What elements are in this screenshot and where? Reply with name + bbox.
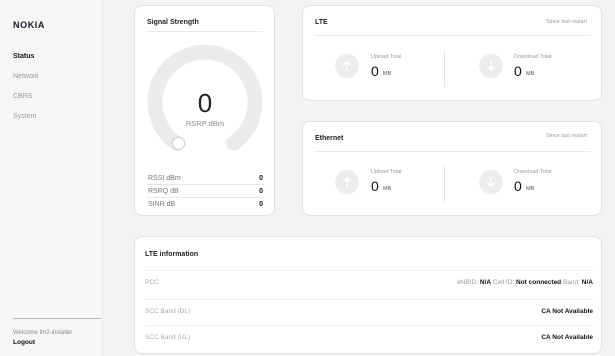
lte-information-title: LTE information — [145, 251, 199, 258]
arrow-up-icon — [342, 61, 352, 72]
scc-ul-label: SCC Band (UL) — [145, 334, 191, 341]
gauge-knob — [171, 136, 186, 151]
cellid-key: Cell ID: — [492, 279, 515, 286]
rsrp-value: 0 — [198, 88, 212, 118]
rsrq-row: RSRQ dB 0 — [147, 186, 265, 198]
scc-dl-label: SCC Band (DL) — [145, 308, 191, 315]
sinr-value: 0 — [259, 201, 263, 208]
lte-download-label: Download Total — [514, 54, 552, 60]
rsrq-value: 0 — [259, 188, 263, 195]
sidebar-item-system[interactable]: System — [13, 112, 39, 132]
sidebar-item-network[interactable]: Network — [13, 72, 39, 92]
sidebar-nav: Status Network CBRS System — [13, 52, 39, 132]
logout-link[interactable]: Logout — [13, 339, 35, 346]
cellid-value: Not connected — [516, 279, 562, 286]
sidebar-divider — [13, 318, 101, 319]
signal-strength-card: Signal Strength 0 RSRP dBm RSSI dBm 0 RS… — [134, 5, 275, 216]
ethernet-card: Ethernet Since last restart Upload Total… — [302, 121, 602, 216]
lte-upload-unit: MB — [383, 71, 392, 77]
ethernet-column-divider — [444, 166, 445, 202]
arrow-down-icon — [486, 176, 496, 187]
band-value: N/A — [581, 279, 593, 286]
ethernet-download-value: 0 — [514, 178, 522, 194]
lte-download-icon-circle — [479, 54, 503, 78]
sidebar-item-status[interactable]: Status — [13, 52, 39, 72]
lte-upload-icon-circle — [335, 54, 359, 78]
ethernet-upload-label: Upload Total — [371, 169, 402, 175]
card-divider — [315, 35, 591, 36]
rsrp-gauge: 0 RSRP dBm — [147, 44, 263, 151]
sidebar: NOKIA Status Network CBRS System Welcome… — [0, 0, 103, 356]
pcc-value: eNBID: N/A Cell ID: Not connected Band: … — [457, 279, 593, 286]
pcc-label: PCC — [145, 279, 159, 286]
sinr-label: SINR dB — [148, 201, 176, 208]
lte-title: LTE — [315, 19, 328, 26]
rsrq-label: RSRQ dB — [148, 188, 179, 195]
ethernet-upload-icon-circle — [335, 170, 359, 194]
lte-column-divider — [444, 51, 445, 87]
lte-information-card: LTE information PCC eNBID: N/A Cell ID: … — [134, 236, 602, 354]
lte-since-text: Since last restart — [546, 19, 587, 25]
welcome-text: Welcome fm2-installer — [13, 330, 73, 336]
ethernet-upload-value: 0 — [371, 178, 379, 194]
ethernet-download-label: Download Total — [514, 169, 552, 175]
enbid-value: N/A — [479, 279, 492, 286]
ethernet-upload-unit: MB — [383, 186, 392, 192]
band-key: Band: — [562, 279, 580, 286]
scc-dl-row: SCC Band (DL) CA Not Available — [145, 299, 593, 321]
arrow-down-icon — [486, 60, 496, 71]
arrow-up-icon — [342, 177, 352, 188]
ethernet-download-unit: MB — [526, 186, 535, 192]
rssi-row: RSSI dBm 0 — [147, 173, 265, 185]
ethernet-since-text: Since last restart — [546, 133, 587, 139]
rssi-value: 0 — [259, 175, 263, 182]
lte-download-unit: MB — [526, 71, 535, 77]
card-divider — [147, 31, 263, 32]
card-divider — [315, 151, 591, 152]
sidebar-item-cbrs[interactable]: CBRS — [13, 92, 39, 112]
ethernet-title: Ethernet — [315, 135, 344, 142]
pcc-row: PCC eNBID: N/A Cell ID: Not connected Ba… — [145, 270, 593, 292]
signal-strength-title: Signal Strength — [147, 19, 199, 26]
nokia-logo: NOKIA — [13, 20, 45, 30]
rssi-label: RSSI dBm — [148, 175, 181, 182]
lte-upload-label: Upload Total — [371, 54, 402, 60]
scc-ul-value: CA Not Available — [541, 334, 593, 341]
enbid-key: eNBID: — [457, 279, 479, 286]
ethernet-download-icon-circle — [479, 170, 503, 194]
scc-dl-value: CA Not Available — [541, 308, 593, 315]
rsrp-unit: RSRP dBm — [186, 119, 224, 128]
sinr-row: SINR dB 0 — [147, 199, 265, 211]
scc-ul-row: SCC Band (UL) CA Not Available — [145, 325, 593, 347]
lte-card: LTE Since last restart Upload Total 0 MB… — [302, 5, 602, 101]
lte-upload-value: 0 — [371, 63, 379, 79]
lte-download-value: 0 — [514, 63, 522, 79]
